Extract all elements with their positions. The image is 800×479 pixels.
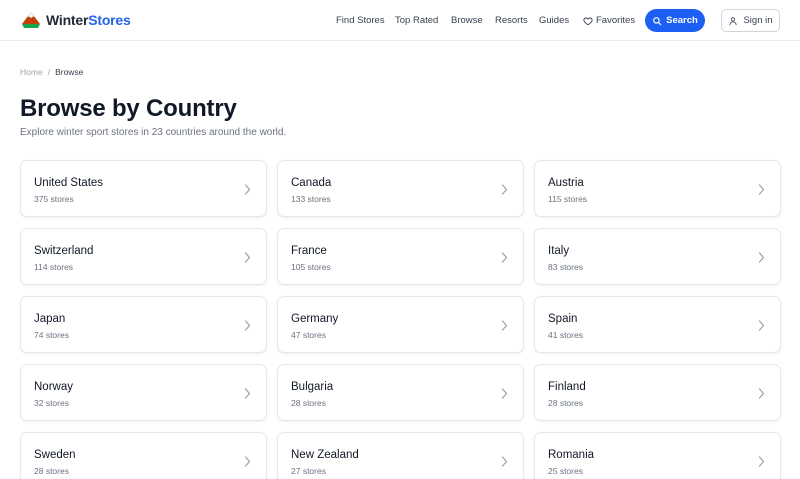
user-icon: [729, 16, 738, 25]
nav-favorites[interactable]: Favorites: [583, 14, 635, 27]
store-count: 32 stores: [34, 398, 69, 408]
country-name: Austria: [548, 177, 584, 189]
search-button[interactable]: Search: [645, 9, 705, 32]
store-count: 28 stores: [291, 398, 326, 408]
country-card-spain[interactable]: Spain 41 stores: [534, 296, 781, 353]
chevron-right-icon: [501, 320, 508, 331]
country-card-france[interactable]: France 105 stores: [277, 228, 524, 285]
country-name: Norway: [34, 381, 73, 393]
country-card-austria[interactable]: Austria 115 stores: [534, 160, 781, 217]
country-name: Japan: [34, 313, 66, 325]
store-count: 74 stores: [34, 330, 69, 340]
store-count: 105 stores: [291, 262, 331, 272]
store-count: 375 stores: [34, 194, 74, 204]
chevron-right-icon: [244, 252, 251, 263]
search-label: Search: [666, 15, 698, 26]
nav-top-rated[interactable]: Top Rated: [395, 14, 438, 27]
breadcrumb-home[interactable]: Home: [20, 67, 43, 78]
chevron-right-icon: [758, 252, 765, 263]
country-card-sweden[interactable]: Sweden 28 stores: [20, 432, 267, 479]
chevron-right-icon: [501, 252, 508, 263]
breadcrumb-separator: /: [47, 67, 51, 77]
chevron-right-icon: [758, 456, 765, 467]
chevron-right-icon: [758, 388, 765, 399]
search-icon: [653, 16, 662, 25]
country-name: Canada: [291, 177, 332, 189]
chevron-right-icon: [244, 456, 251, 467]
brand-logo[interactable]: WinterStores: [21, 11, 131, 29]
country-name: Finland: [548, 381, 586, 393]
chevron-right-icon: [758, 184, 765, 195]
store-count: 114 stores: [34, 262, 74, 272]
sign-in-label: Sign in: [743, 15, 773, 26]
store-count: 83 stores: [548, 262, 583, 272]
country-card-norway[interactable]: Norway 32 stores: [20, 364, 267, 421]
country-name: Germany: [291, 313, 339, 325]
country-card-bulgaria[interactable]: Bulgaria 28 stores: [277, 364, 524, 421]
store-count: 41 stores: [548, 330, 583, 340]
page-subtitle: Explore winter sport stores in 23 countr…: [20, 127, 287, 138]
country-card-canada[interactable]: Canada 133 stores: [277, 160, 524, 217]
country-name: France: [291, 245, 327, 257]
country-card-finland[interactable]: Finland 28 stores: [534, 364, 781, 421]
breadcrumb: Home / Browse: [20, 67, 83, 78]
chevron-right-icon: [244, 320, 251, 331]
breadcrumb-current: Browse: [55, 67, 84, 77]
country-name: Romania: [548, 449, 595, 461]
chevron-right-icon: [501, 456, 508, 467]
country-card-united-states[interactable]: United States 375 stores: [20, 160, 267, 217]
nav-find-stores[interactable]: Find Stores: [336, 14, 385, 27]
store-count: 133 stores: [291, 194, 331, 204]
store-count: 25 stores: [548, 466, 583, 476]
chevron-right-icon: [758, 320, 765, 331]
country-name: Sweden: [34, 449, 76, 461]
store-count: 28 stores: [34, 466, 69, 476]
country-name: Italy: [548, 245, 570, 257]
country-name: Spain: [548, 313, 578, 325]
page-title: Browse by Country: [20, 95, 237, 122]
sign-in-button[interactable]: Sign in: [721, 9, 780, 32]
chevron-right-icon: [244, 184, 251, 195]
country-card-romania[interactable]: Romania 25 stores: [534, 432, 781, 479]
chevron-right-icon: [244, 388, 251, 399]
store-count: 115 stores: [548, 194, 588, 204]
country-name: United States: [34, 177, 104, 189]
mountain-logo-icon: [22, 12, 40, 28]
store-count: 28 stores: [548, 398, 583, 408]
favorites-label: Favorites: [596, 15, 636, 26]
country-name: Bulgaria: [291, 381, 334, 393]
country-card-new-zealand[interactable]: New Zealand 27 stores: [277, 432, 524, 479]
brand-name: WinterStores: [46, 12, 131, 28]
chevron-right-icon: [501, 184, 508, 195]
store-count: 47 stores: [291, 330, 326, 340]
country-card-germany[interactable]: Germany 47 stores: [277, 296, 524, 353]
store-count: 27 stores: [291, 466, 326, 476]
country-card-italy[interactable]: Italy 83 stores: [534, 228, 781, 285]
country-name: Switzerland: [34, 245, 94, 257]
nav-guides[interactable]: Guides: [539, 14, 569, 27]
country-card-switzerland[interactable]: Switzerland 114 stores: [20, 228, 267, 285]
heart-icon: [583, 16, 593, 25]
top-header: WinterStores Find Stores Top Rated Brows…: [0, 0, 800, 41]
chevron-right-icon: [501, 388, 508, 399]
nav-resorts[interactable]: Resorts: [495, 14, 528, 27]
country-card-japan[interactable]: Japan 74 stores: [20, 296, 267, 353]
country-name: New Zealand: [291, 449, 359, 461]
nav-browse[interactable]: Browse: [451, 14, 483, 27]
